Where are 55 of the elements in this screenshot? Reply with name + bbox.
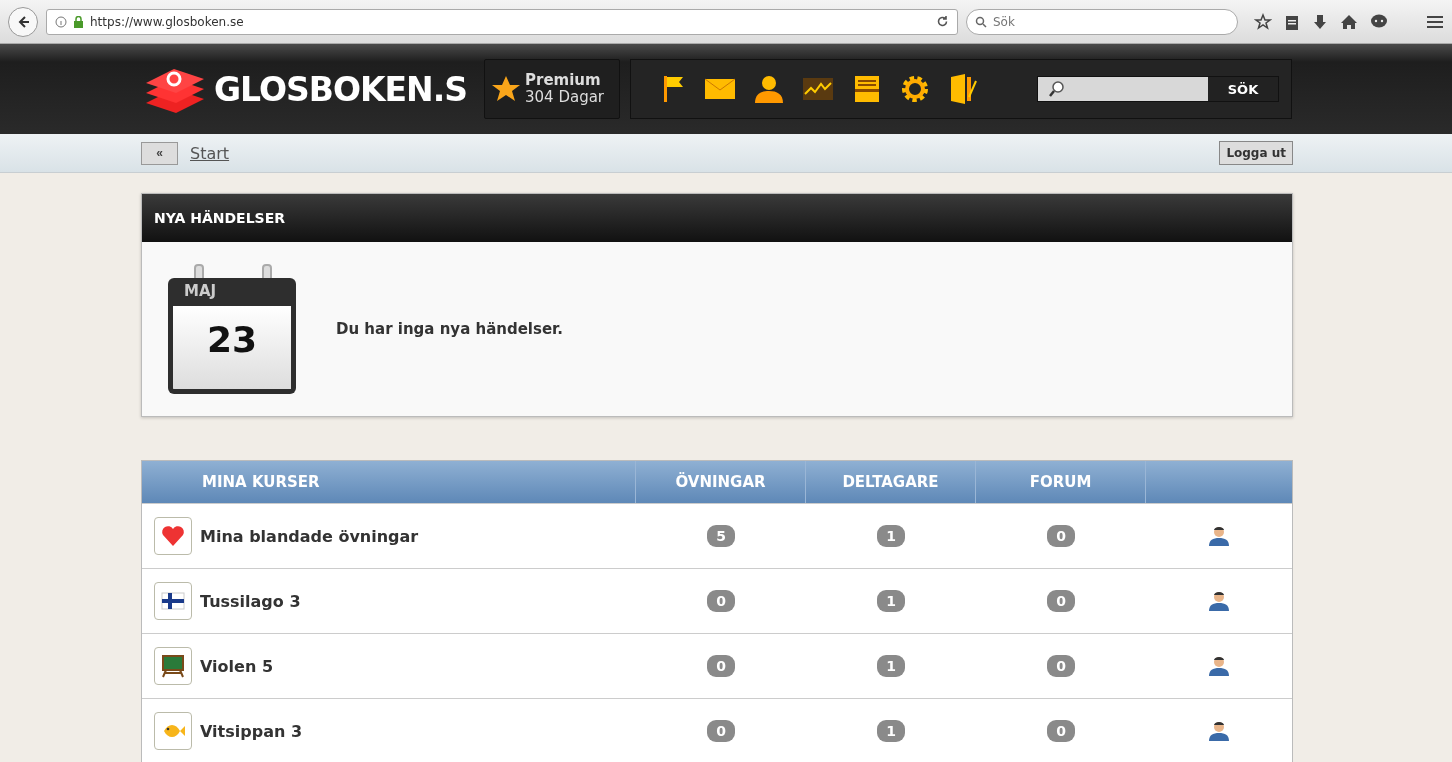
course-name[interactable]: Tussilago 3 <box>200 591 301 611</box>
menu-icon[interactable] <box>1426 13 1444 30</box>
premium-label: Premium <box>525 72 602 89</box>
course-name[interactable]: Mina blandade övningar <box>200 526 419 546</box>
lock-icon <box>73 15 84 28</box>
empty-message: Du har inga nya händelser. <box>336 320 564 338</box>
count-badge: 1 <box>877 655 905 677</box>
person-icon[interactable] <box>753 74 785 104</box>
logout-button[interactable]: Logga ut <box>1219 141 1293 165</box>
course-name[interactable]: Vitsippan 3 <box>200 721 303 741</box>
gear-icon[interactable] <box>900 74 930 104</box>
panel-title: NYA HÄNDELSER <box>154 210 286 226</box>
count-badge: 0 <box>707 720 735 742</box>
calendar-month: MAJ <box>184 282 217 300</box>
info-icon <box>55 15 67 28</box>
count-badge: 0 <box>1047 590 1075 612</box>
reload-icon[interactable] <box>936 15 949 28</box>
site-logo[interactable]: GLOSBOKEN.S <box>214 69 467 109</box>
course-icon <box>154 712 192 750</box>
count-badge: 1 <box>877 590 905 612</box>
count-badge: 0 <box>1047 720 1075 742</box>
column-header: DELTAGARE <box>806 461 976 503</box>
course-name[interactable]: Violen 5 <box>200 656 273 676</box>
star-icon <box>491 74 521 104</box>
envelope-icon[interactable] <box>704 77 736 101</box>
person-icon[interactable] <box>1208 526 1230 546</box>
back-button[interactable] <box>8 6 38 37</box>
column-header: FORUM <box>976 461 1146 503</box>
count-badge: 0 <box>1047 525 1075 547</box>
browser-search-field[interactable]: Sök <box>966 8 1238 35</box>
count-badge: 0 <box>1047 655 1075 677</box>
download-icon[interactable] <box>1312 12 1328 31</box>
course-icon <box>154 647 192 685</box>
url-text: https://www.glosboken.se <box>90 14 245 29</box>
course-icon <box>154 582 192 620</box>
person-icon[interactable] <box>1208 721 1230 741</box>
person-icon[interactable] <box>1208 656 1230 676</box>
count-badge: 1 <box>877 525 905 547</box>
chart-icon[interactable] <box>802 76 834 102</box>
count-badge: 5 <box>707 525 735 547</box>
address-bar[interactable]: https://www.glosboken.se <box>46 8 958 35</box>
home-icon[interactable] <box>1340 12 1358 31</box>
search-icon <box>975 15 987 28</box>
back-button[interactable]: « <box>141 141 178 165</box>
column-header: MINA KURSER <box>142 461 636 503</box>
person-icon[interactable] <box>1208 591 1230 611</box>
count-badge: 0 <box>707 590 735 612</box>
count-badge: 1 <box>877 720 905 742</box>
premium-days: 304 Dagar <box>525 89 605 106</box>
course-icon <box>154 517 192 555</box>
count-badge: 0 <box>707 655 735 677</box>
column-header: ÖVNINGAR <box>636 461 806 503</box>
calendar-day: 23 <box>206 320 258 389</box>
star-icon[interactable] <box>1254 12 1272 31</box>
start-link[interactable]: Start <box>190 143 230 163</box>
